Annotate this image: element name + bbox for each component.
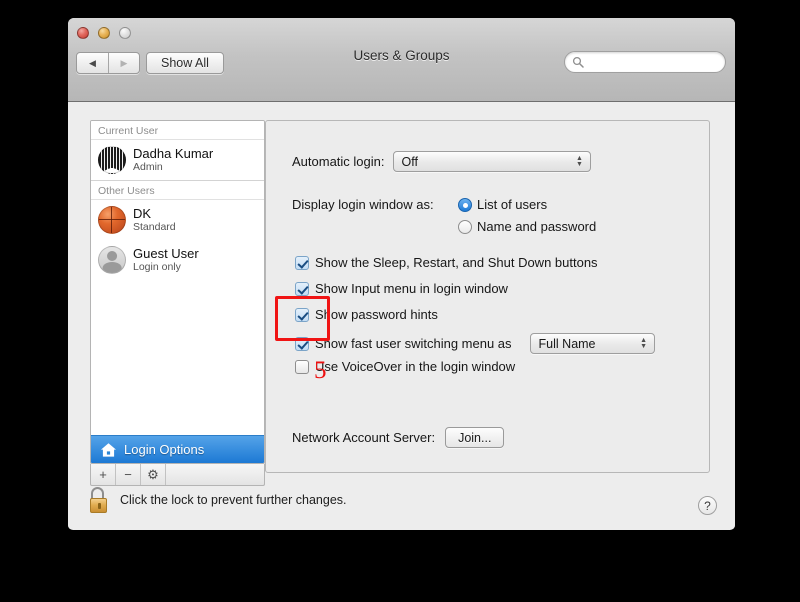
join-button[interactable]: Join... — [445, 427, 505, 448]
window-titlebar: Users & Groups ◀ ▶ Show All — [68, 18, 735, 102]
radio-button[interactable] — [458, 197, 472, 212]
padlock-body — [90, 498, 107, 513]
checkbox[interactable] — [295, 359, 309, 374]
display-login-window-label: Display login window as: — [292, 197, 434, 212]
sidebar-toolbar: + − ⚙ — [90, 464, 265, 486]
home-icon — [101, 442, 116, 457]
automatic-login-value: Off — [401, 154, 418, 169]
user-role: Admin — [133, 160, 163, 173]
network-account-server-label: Network Account Server: — [292, 430, 436, 445]
search-input[interactable] — [587, 56, 712, 68]
display-login-window-label-row: Display login window as: — [292, 197, 434, 212]
search-box[interactable] — [564, 51, 726, 73]
user-name: DK — [133, 205, 152, 221]
forward-button[interactable]: ▶ — [108, 53, 139, 73]
settings-gear-button[interactable]: ⚙ — [141, 464, 166, 485]
avatar — [98, 145, 126, 174]
minimize-button[interactable] — [98, 27, 110, 39]
checkbox-label: Show password hints — [315, 307, 438, 322]
add-user-button[interactable]: + — [91, 464, 116, 485]
checkbox-show-shutdown-buttons[interactable]: Show the Sleep, Restart, and Shut Down b… — [295, 255, 598, 270]
radio-button[interactable] — [458, 219, 472, 234]
network-account-server-row: Network Account Server: Join... — [292, 427, 505, 448]
users-sidebar: Current User Dadha Kumar Admin Other Use… — [90, 120, 265, 464]
checkbox-label: Use VoiceOver in the login window — [315, 359, 516, 374]
user-role: Standard — [133, 220, 176, 233]
unlocked-padlock-icon[interactable] — [90, 487, 112, 513]
checkbox-label: Show Input menu in login window — [315, 281, 508, 296]
radio-list-of-users[interactable]: List of users — [458, 197, 547, 212]
checkbox-show-password-hints[interactable]: Show password hints — [295, 307, 438, 322]
login-options-panel: Automatic login: Off ▲ ▼ Display login wi… — [265, 120, 710, 473]
radio-label: List of users — [477, 197, 548, 212]
zoom-button[interactable] — [119, 27, 131, 39]
close-button[interactable] — [77, 27, 89, 39]
list-item-guest-user[interactable]: Guest User Login only — [91, 240, 264, 280]
fast-user-switching-format-select[interactable]: Full Name ▲ ▼ — [529, 333, 655, 354]
user-name: Dadha Kumar — [133, 145, 214, 161]
checkbox-fast-user-switching[interactable]: Show fast user switching menu as Full Na… — [295, 333, 655, 354]
back-button[interactable]: ◀ — [77, 53, 108, 73]
search-icon — [572, 56, 584, 68]
automatic-login-select[interactable]: Off ▲ ▼ — [392, 151, 591, 172]
show-all-button[interactable]: Show All — [146, 52, 224, 74]
window-body: Current User Dadha Kumar Admin Other Use… — [68, 102, 735, 529]
chevron-updown-icon: ▲ ▼ — [576, 154, 583, 168]
lock-hint-text: Click the lock to prevent further change… — [120, 493, 347, 507]
checkbox[interactable] — [295, 336, 309, 351]
automatic-login-label: Automatic login: — [292, 154, 385, 169]
remove-user-button[interactable]: − — [116, 464, 141, 485]
system-preferences-window: Users & Groups ◀ ▶ Show All Current User… — [68, 18, 735, 530]
lock-row[interactable]: Click the lock to prevent further change… — [90, 487, 347, 513]
list-item-other-user[interactable]: DK Standard — [91, 200, 264, 240]
checkbox-label: Show the Sleep, Restart, and Shut Down b… — [315, 255, 598, 270]
user-role: Login only — [133, 260, 181, 273]
checkbox[interactable] — [295, 255, 309, 270]
list-item-current-user[interactable]: Dadha Kumar Admin — [91, 140, 264, 180]
checkbox-show-input-menu[interactable]: Show Input menu in login window — [295, 281, 508, 296]
help-button[interactable]: ? — [698, 496, 717, 515]
checkbox-use-voiceover[interactable]: Use VoiceOver in the login window — [295, 359, 515, 374]
automatic-login-row: Automatic login: Off ▲ ▼ — [292, 151, 591, 172]
radio-label: Name and password — [477, 219, 597, 234]
radio-name-and-password[interactable]: Name and password — [458, 219, 596, 234]
nav-segmented-control[interactable]: ◀ ▶ — [76, 52, 140, 74]
chevron-updown-icon: ▲ ▼ — [640, 336, 648, 350]
avatar — [98, 245, 126, 274]
sidebar-item-label: Login Options — [124, 442, 205, 457]
sidebar-item-login-options[interactable]: Login Options — [91, 435, 264, 463]
user-name: Guest User — [133, 245, 199, 261]
current-user-header: Current User — [91, 121, 264, 140]
checkbox[interactable] — [295, 307, 309, 322]
checkbox-label: Show fast user switching menu as — [315, 336, 512, 351]
fast-user-switching-format-value: Full Name — [538, 336, 596, 351]
other-users-header: Other Users — [91, 180, 264, 200]
avatar — [98, 205, 126, 234]
checkbox[interactable] — [295, 281, 309, 296]
